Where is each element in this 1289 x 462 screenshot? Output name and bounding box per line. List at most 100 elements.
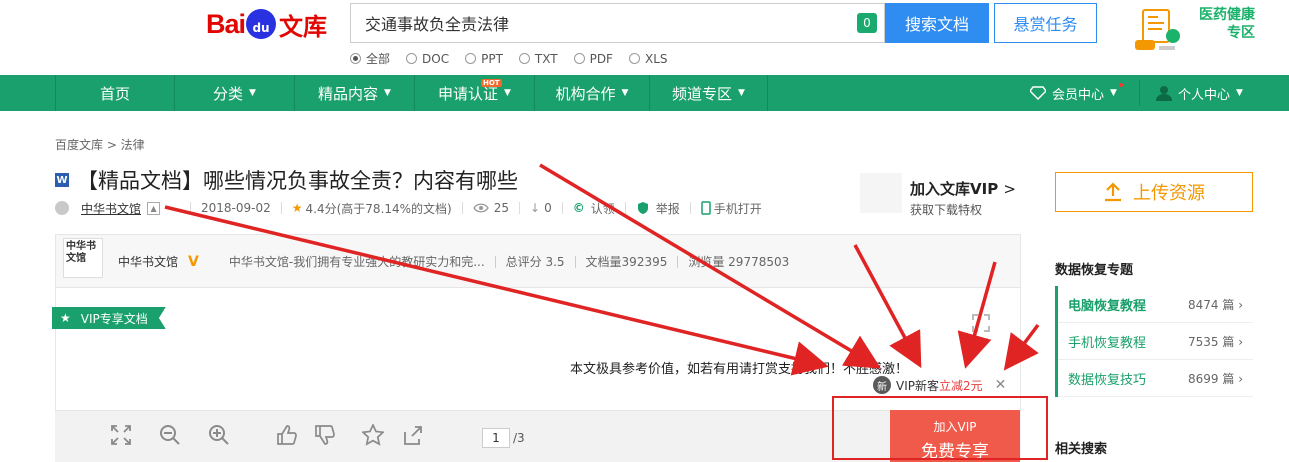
filetype-label: PPT (481, 51, 503, 66)
filetype-xls[interactable]: XLS (628, 50, 668, 67)
star-outline-icon[interactable] (362, 424, 384, 446)
join-wenku-vip[interactable]: 加入文库VIP > 获取下载特权 (910, 178, 1016, 218)
data-recovery-list: 电脑恢复教程 8474 篇 › 手机恢复教程 7535 篇 › 数据恢复技巧 8… (1055, 286, 1253, 397)
filetype-ppt[interactable]: PPT (465, 50, 503, 67)
caret-down-icon: ▼ (1236, 88, 1243, 98)
diamond-icon (1030, 86, 1046, 100)
list-item-name: 数据恢复技巧 (1068, 372, 1147, 388)
nav-category[interactable]: 分类 ▼ (175, 75, 295, 111)
close-icon[interactable]: ✕ (995, 377, 1007, 393)
author-name[interactable]: 中华书文馆 (118, 253, 178, 270)
radio-icon[interactable] (406, 53, 418, 64)
chevron-up-icon[interactable]: ▲ (147, 201, 161, 215)
copyright-icon: © (572, 201, 585, 215)
vip-exclusive-ribbon: ★ VIP专享文档 (52, 307, 166, 329)
zoom-out-icon[interactable] (159, 424, 181, 446)
count-value: 8699 (1187, 371, 1219, 386)
vip-newuser-tip[interactable]: 新 VIP新客 立减2元 ✕ (873, 374, 1019, 396)
list-item[interactable]: 手机恢复教程 7535 篇 › (1058, 323, 1253, 360)
nav-home[interactable]: 首页 (55, 75, 175, 111)
caret-down-icon: ▼ (621, 88, 629, 98)
nav-label: 精品内容 (318, 84, 379, 103)
list-item[interactable]: 电脑恢复教程 8474 篇 › (1058, 286, 1253, 323)
fullscreen-icon[interactable] (972, 314, 990, 332)
claim-link[interactable]: 认领 (591, 200, 615, 217)
author-link[interactable]: 中华书文馆 (81, 200, 141, 217)
filetype-label: DOC (422, 51, 450, 66)
filetype-all[interactable]: 全部 (350, 50, 390, 67)
logo-wenku: 文库 (279, 12, 328, 41)
thumbs-up-icon[interactable] (276, 424, 298, 446)
filetype-label: XLS (644, 51, 668, 66)
zoom-in-icon[interactable] (208, 424, 230, 446)
thumbs-down-icon[interactable] (314, 424, 336, 446)
star-icon: ★ (60, 311, 71, 325)
word-file-icon: W (55, 173, 69, 187)
download-icon: ↓ (530, 201, 541, 215)
chevron-right-icon: › (1238, 334, 1243, 349)
nav-personal-center[interactable]: 个人中心 ▼ (1156, 75, 1243, 111)
medical-health-promo[interactable]: 医药健康 专区 (1125, 4, 1265, 56)
radio-icon[interactable] (628, 53, 640, 64)
nav-label: 频道专区 (672, 84, 733, 103)
expand-icon[interactable] (110, 424, 132, 446)
hot-badge: HOT (481, 79, 502, 87)
list-item-count: 8474 篇 › (1188, 296, 1243, 313)
search-count-badge: 0 (857, 13, 877, 33)
report-link[interactable]: 举报 (656, 200, 680, 217)
upload-resource-button[interactable]: 上传资源 (1055, 172, 1253, 212)
divider (689, 202, 691, 214)
author-bar-details: 中华书文馆 V 中华书文馆-我们拥有专业强大的教研实力和完... 总评分 3.5… (118, 253, 789, 270)
divider (677, 255, 679, 268)
divider (561, 202, 563, 214)
filetype-doc[interactable]: DOC (406, 50, 449, 67)
nav-certification[interactable]: 申请认证 ▼ HOT (415, 75, 535, 111)
baidu-wenku-logo[interactable]: Bai du 文库 (206, 4, 327, 44)
related-search-title: 相关搜索 (1055, 442, 1108, 457)
support-notice: 本文极具参考价值，如若有用请打赏支持我们！不胜感激！ (570, 362, 909, 377)
vip-thumbnail (860, 173, 902, 213)
radio-icon[interactable] (465, 53, 477, 64)
nav-vip-center[interactable]: 会员中心 ▼ (1030, 75, 1134, 111)
author-avatar[interactable]: 中华书文馆 (63, 238, 103, 278)
radio-icon[interactable] (518, 53, 530, 64)
search-input[interactable] (351, 4, 831, 42)
nav-premium[interactable]: 精品内容 ▼ (295, 75, 415, 111)
rating-text: 4.4分(高于78.14%的文档) (305, 201, 452, 216)
breadcrumb[interactable]: 百度文库 > 法律 (55, 136, 145, 153)
reward-task-button[interactable]: 悬赏任务 (994, 3, 1097, 43)
nav-cooperation[interactable]: 机构合作 ▼ (535, 75, 650, 111)
author-score: 总评分 3.5 (505, 255, 565, 269)
user-icon (1156, 86, 1172, 101)
promo-line2: 专区 (1227, 25, 1255, 41)
divider (280, 202, 282, 214)
caret-down-icon: ▼ (249, 88, 256, 98)
share-icon[interactable] (402, 424, 424, 446)
ribbon-label: VIP专享文档 (80, 311, 148, 326)
caret-down-icon: ▼ (1110, 88, 1117, 98)
divider (494, 255, 496, 268)
nav-channels[interactable]: 频道专区 ▼ (650, 75, 768, 111)
page-number-input[interactable]: 1 (482, 428, 510, 448)
newuser-label: VIP新客 (896, 378, 939, 393)
radio-icon[interactable] (573, 53, 585, 64)
filetype-label: 全部 (366, 52, 391, 66)
shield-icon (637, 202, 648, 214)
author-description: 中华书文馆-我们拥有专业强大的教研实力和完... (228, 255, 485, 269)
divider (624, 202, 626, 214)
count-unit: 篇 (1222, 371, 1235, 386)
filetype-label: PDF (589, 51, 613, 66)
divider (461, 202, 463, 214)
list-item-count: 8699 篇 › (1188, 370, 1243, 387)
page-total: /3 (513, 431, 525, 445)
annotation-highlight-box (832, 396, 1048, 460)
list-item[interactable]: 数据恢复技巧 8699 篇 › (1058, 360, 1253, 397)
filetype-pdf[interactable]: PDF (573, 50, 613, 67)
radio-icon[interactable] (350, 53, 361, 64)
nav-personal-label: 个人中心 (1178, 87, 1231, 103)
nav-vip-label: 会员中心 (1052, 87, 1105, 103)
star-icon: ★ (291, 201, 303, 215)
filetype-txt[interactable]: TXT (518, 50, 558, 67)
mobile-open-link[interactable]: 手机打开 (714, 200, 762, 217)
search-docs-button[interactable]: 搜索文档 (885, 3, 989, 43)
